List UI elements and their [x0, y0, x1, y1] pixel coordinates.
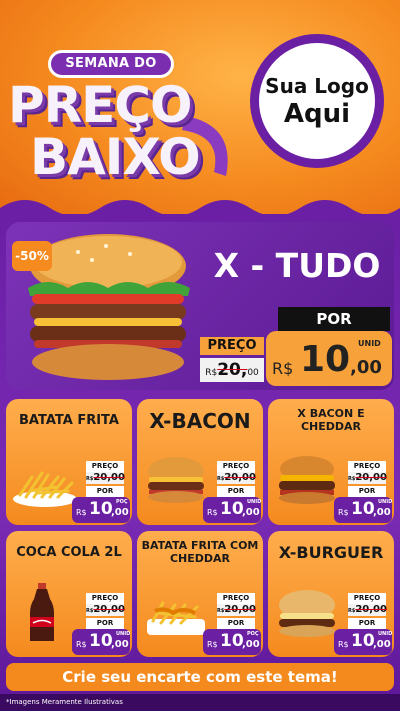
old-price-value: 20,00: [224, 604, 256, 615]
old-price-label: PREÇO: [348, 461, 386, 472]
price-unit: UNID: [116, 631, 131, 637]
promo-title-line2: BAIXO: [30, 128, 201, 186]
product-name: X-BURGUER: [278, 543, 384, 562]
price-currency: R$: [76, 508, 87, 517]
old-price-value: 20,00: [355, 604, 387, 615]
price-decimal: ,00: [242, 507, 260, 518]
price-unit: POÇ: [116, 499, 128, 505]
new-price-label: POR: [348, 618, 386, 629]
promo-title: SEMANA DO PREÇO BAIXO: [6, 46, 236, 196]
price-decimal: ,00: [373, 507, 391, 518]
cheeseburger-icon: [279, 456, 335, 504]
product-name: X BACON E CHEDDAR: [297, 407, 365, 433]
old-price: R$20,00: [217, 472, 256, 484]
new-price-label: POR: [86, 486, 124, 497]
disclaimer: *Imagens Meramente Ilustrativas: [6, 698, 123, 706]
price-integer: 10: [220, 631, 244, 651]
price-currency: R$: [207, 640, 218, 649]
old-price: R$20,00: [200, 358, 264, 382]
new-price-label: POR: [86, 618, 124, 629]
old-price-label: PREÇO: [86, 593, 124, 604]
old-price-value: 20,: [217, 360, 248, 380]
product-name: BATATA FRITA: [19, 413, 119, 428]
old-price-cents: 00: [247, 368, 259, 378]
price-currency: R$: [338, 640, 349, 649]
new-price: R$ 10 ,00 POÇ: [203, 629, 261, 655]
price-currency: R$: [207, 508, 218, 517]
new-price: R$ 10 ,00 UNID: [334, 497, 392, 523]
cheddar-fries-icon: [147, 601, 205, 635]
price-integer: 10: [351, 499, 375, 519]
old-price: R$20,00: [217, 604, 256, 616]
product-name: COCA COLA 2L: [16, 545, 122, 560]
old-price-label: PREÇO: [200, 337, 264, 355]
logo-line2: Aqui: [283, 99, 351, 129]
product-name: BATATA FRITA COM CHEDDAR: [141, 539, 259, 565]
new-price-label: POR: [278, 307, 390, 331]
old-price: R$20,00: [86, 604, 125, 616]
price-decimal: ,00: [242, 639, 260, 650]
price-integer: 10: [220, 499, 244, 519]
old-price-label: PREÇO: [217, 461, 255, 472]
price-decimal: ,00: [111, 639, 129, 650]
price-unit: UNID: [247, 499, 262, 505]
flyer-page: SEMANA DO PREÇO BAIXO Sua Logo Aqui -50%…: [0, 0, 400, 711]
old-price-value: 20,00: [93, 604, 125, 615]
new-price-label: POR: [217, 618, 255, 629]
old-price: R$20,00: [86, 472, 125, 484]
price-decimal: ,00: [350, 357, 382, 378]
new-price: R$ 10 ,00 UNID: [203, 497, 261, 523]
product-card: COCA COLA 2L PREÇO R$20,00 POR R$ 10 ,00…: [6, 531, 132, 657]
product-card: X BACON E CHEDDAR PREÇO R$20,00 POR R$ 1…: [268, 399, 394, 525]
cta-banner[interactable]: Crie seu encarte com este tema!: [6, 663, 394, 691]
price-currency: R$: [272, 359, 294, 378]
product-name: X-BACON: [149, 409, 251, 433]
logo-placeholder: Sua Logo Aqui: [250, 34, 384, 168]
burger-icon: [148, 457, 204, 503]
old-price-label: PREÇO: [217, 593, 255, 604]
price-currency: R$: [76, 640, 87, 649]
old-price-label: PREÇO: [86, 461, 124, 472]
price-decimal: ,00: [373, 639, 391, 650]
promo-badge: SEMANA DO: [48, 50, 174, 78]
old-price-label: PREÇO: [348, 593, 386, 604]
fries-icon: [13, 471, 77, 507]
old-price: R$20,00: [348, 604, 387, 616]
old-price-currency: R$: [205, 368, 218, 378]
featured-product-name: X - TUDO: [213, 246, 381, 285]
discount-badge: -50%: [12, 241, 52, 271]
price-currency: R$: [338, 508, 349, 517]
soda-bottle-icon: [30, 583, 54, 641]
price-unit: POÇ: [247, 631, 259, 637]
price-unit: UNID: [358, 339, 381, 348]
promo-title-line1: PREÇO: [8, 76, 193, 134]
new-price: R$ 10 ,00 UNID: [334, 629, 392, 655]
new-price-label: POR: [348, 486, 386, 497]
new-price: R$ 10 ,00 POÇ: [72, 497, 130, 523]
price-unit: UNID: [378, 499, 393, 505]
price-integer: 10: [300, 339, 351, 380]
price-integer: 10: [351, 631, 375, 651]
burger-icon: [279, 590, 335, 637]
new-price: R$ 10 ,00 UNID: [72, 629, 130, 655]
old-price: R$20,00: [348, 472, 387, 484]
old-price-value: 20,00: [93, 472, 125, 483]
price-decimal: ,00: [111, 507, 129, 518]
product-card: X-BURGUER PREÇO R$20,00 POR R$ 10 ,00 UN…: [268, 531, 394, 657]
new-price-label: POR: [217, 486, 255, 497]
product-card: BATATA FRITA COM CHEDDAR PREÇO R$20,00 P…: [137, 531, 263, 657]
old-price-value: 20,00: [355, 472, 387, 483]
price-integer: 10: [89, 631, 113, 651]
price-integer: 10: [89, 499, 113, 519]
price-unit: UNID: [378, 631, 393, 637]
product-card: BATATA FRITA PREÇO R$20,00 POR R$ 10 ,00…: [6, 399, 132, 525]
product-card: X-BACON PREÇO R$20,00 POR R$ 10 ,00 UNID: [137, 399, 263, 525]
logo-line1: Sua Logo: [265, 74, 369, 98]
new-price: R$ 10 ,00 UNID: [266, 331, 392, 386]
old-price-value: 20,00: [224, 472, 256, 483]
